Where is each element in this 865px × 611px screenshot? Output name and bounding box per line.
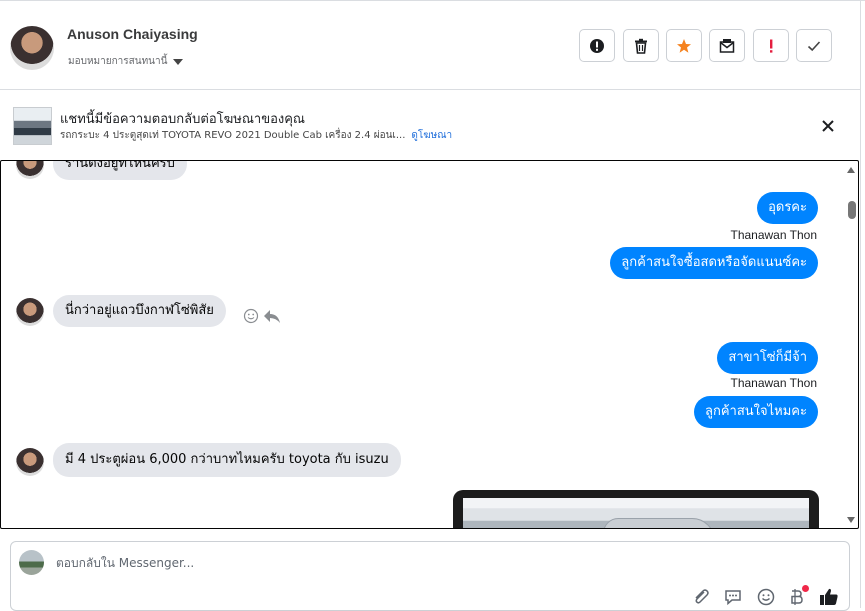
outgoing-message[interactable]: ลูกค้าสนใจซื้อสดหรือจัดแนนซ์คะ: [610, 247, 818, 279]
scrollbar-thumb[interactable]: [848, 201, 856, 219]
conversation-header: Anuson Chaiyasing มอบหมายการสนทนานี้: [0, 3, 860, 90]
assign-conversation-dropdown[interactable]: มอบหมายการสนทนานี้: [68, 54, 184, 69]
message-thread[interactable]: ร้านตั้งอยู่ที่ไหนครับ อุดรคะ Thanawan T…: [0, 160, 859, 529]
like-button[interactable]: [819, 587, 839, 607]
paperclip-icon: [695, 589, 709, 604]
view-ad-link[interactable]: ดูโฆษณา: [411, 130, 452, 141]
ad-description: รถกระบะ 4 ประตูสุดเท่ TOYOTA REVO 2021 D…: [60, 130, 406, 141]
star-button[interactable]: [666, 29, 702, 62]
ad-reply-banner: แชทนี้มีข้อความตอบกลับต่อโฆษณาของคุณ รถก…: [0, 90, 860, 156]
page-avatar: [19, 550, 44, 575]
incoming-message[interactable]: มี 4 ประตูผ่อน 6,000 กว่าบาทไหมครับ toyo…: [53, 443, 401, 477]
saved-reply-button[interactable]: [723, 587, 743, 607]
sender-name: Thanawan Thon: [730, 228, 817, 242]
ad-banner-title: แชทนี้มีข้อความตอบกลับต่อโฆษณาของคุณ: [60, 112, 305, 127]
saved-reply-icon: [725, 590, 741, 606]
flag-button[interactable]: [753, 29, 789, 62]
ad-banner-subtitle: รถกระบะ 4 ประตูสุดเท่ TOYOTA REVO 2021 D…: [60, 128, 452, 143]
delete-button[interactable]: [623, 29, 659, 62]
like-icon: [820, 588, 838, 605]
alert-circle-icon: [590, 38, 604, 53]
notification-dot: [802, 585, 809, 592]
check-icon: [807, 40, 821, 51]
sender-name: Thanawan Thon: [730, 376, 817, 390]
ad-thumbnail[interactable]: [13, 107, 52, 145]
outgoing-message[interactable]: อุดรคะ: [757, 192, 818, 224]
mark-spam-button[interactable]: [579, 29, 615, 62]
outgoing-message[interactable]: สาขาโซ่ก็มีจ้า: [717, 342, 818, 374]
star-icon: [677, 38, 691, 53]
message-avatar: [16, 448, 44, 476]
outgoing-message[interactable]: ลูกค้าสนใจไหมคะ: [694, 396, 818, 428]
envelope-icon: [719, 38, 735, 53]
mark-unread-button[interactable]: [709, 29, 745, 62]
contact-avatar[interactable]: [10, 26, 54, 70]
trash-icon: [635, 38, 647, 54]
scrollbar[interactable]: [844, 161, 858, 528]
car-photo: [463, 498, 809, 528]
reply-icon[interactable]: [263, 308, 281, 324]
message-composer: [10, 541, 850, 611]
react-emoji-icon[interactable]: [243, 308, 259, 324]
right-border: [860, 0, 861, 608]
incoming-message[interactable]: นี่กว่าอยู่แถวบึงกาฬโซ่พิสัย: [53, 295, 226, 327]
car-shape: [603, 518, 715, 528]
emoji-icon: [757, 588, 775, 606]
emoji-button[interactable]: [756, 587, 776, 607]
assign-label: มอบหมายการสนทนานี้: [68, 56, 168, 67]
incoming-message[interactable]: ร้านตั้งอยู่ที่ไหนครับ: [53, 161, 187, 180]
attach-button[interactable]: [691, 587, 711, 607]
image-attachment[interactable]: [453, 490, 819, 528]
done-button[interactable]: [796, 29, 832, 62]
payment-button[interactable]: [787, 585, 809, 607]
contact-name[interactable]: Anuson Chaiyasing: [67, 26, 198, 42]
scroll-down-arrow-icon[interactable]: [847, 517, 855, 523]
close-icon[interactable]: [819, 117, 837, 135]
scroll-up-arrow-icon[interactable]: [847, 167, 855, 173]
message-avatar: [16, 161, 44, 179]
chevron-down-icon: [173, 59, 184, 65]
reply-input[interactable]: [56, 556, 656, 570]
exclamation-icon: [770, 39, 773, 53]
message-avatar: [16, 298, 44, 326]
